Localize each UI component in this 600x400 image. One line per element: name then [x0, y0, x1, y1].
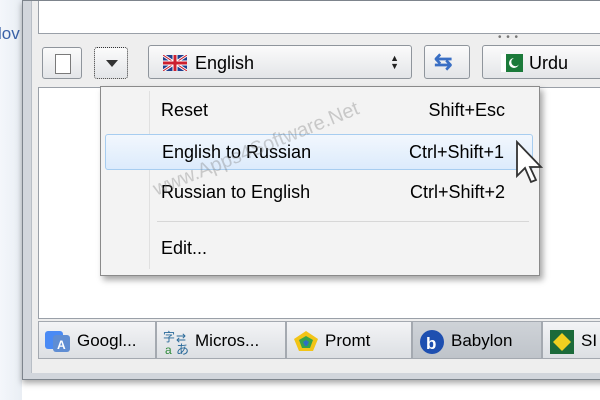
tab-babylon[interactable]: b Babylon [412, 321, 542, 359]
uk-flag-icon [163, 55, 187, 71]
menu-item-shortcut: Shift+Esc [428, 100, 505, 120]
menu-item-english-to-russian[interactable]: English to Russian Ctrl+Shift+1 [105, 134, 533, 170]
swap-languages-button[interactable]: ⇆ [424, 45, 470, 79]
background-window-text: lov [0, 24, 20, 43]
direction-menu-button[interactable] [94, 47, 128, 79]
svg-text:あ: あ [176, 342, 189, 355]
menu-separator [157, 221, 529, 222]
tab-si-label: SI [581, 331, 598, 350]
promt-icon [294, 331, 318, 351]
svg-text:b: b [426, 334, 436, 353]
menu-item-label: Reset [161, 100, 209, 120]
source-text-area[interactable] [38, 1, 600, 34]
background-window-strip: lov [0, 0, 22, 400]
menu-item-label: English to Russian [162, 142, 312, 162]
menu-item-russian-to-english[interactable]: Russian to English Ctrl+Shift+2 [105, 175, 533, 211]
si-icon [550, 330, 574, 354]
menu-item-label: Russian to English [161, 182, 311, 202]
source-language-select[interactable]: English ▲ ▼ [148, 45, 412, 79]
babylon-icon: b [420, 330, 444, 354]
engine-tab-bar: A Googl... 字 ⇄ a あ Micros... Promt b Bab… [38, 321, 600, 361]
menu-item-edit[interactable]: Edit... [105, 231, 533, 267]
translator-toolbar: English ▲ ▼ ⇆ Urdu [32, 39, 600, 87]
microsoft-translator-icon: 字 ⇄ a あ [163, 329, 189, 355]
mouse-cursor-icon [516, 140, 544, 184]
source-language-label: English [195, 53, 255, 73]
updown-arrows-icon: ▲ ▼ [390, 53, 399, 71]
pakistan-flag-icon [501, 54, 523, 72]
tab-microsoft-label: Micros... [195, 331, 260, 350]
svg-text:a: a [165, 343, 172, 355]
document-icon [55, 54, 71, 74]
direction-dropdown-menu: Reset Shift+Esc English to Russian Ctrl+… [100, 86, 540, 276]
tab-promt[interactable]: Promt [286, 321, 412, 359]
svg-text:A: A [57, 338, 66, 352]
new-document-button[interactable] [42, 47, 82, 79]
menu-item-shortcut: Ctrl+Shift+1 [408, 142, 504, 162]
google-translate-icon: A [45, 331, 70, 352]
svg-text:字: 字 [163, 329, 175, 344]
menu-item-reset[interactable]: Reset Shift+Esc [105, 93, 533, 129]
tab-promt-label: Promt [325, 331, 371, 350]
tab-google[interactable]: A Googl... [38, 321, 156, 359]
swap-arrows-icon: ⇆ [434, 49, 453, 74]
tab-google-label: Googl... [77, 331, 137, 350]
tab-microsoft[interactable]: 字 ⇄ a あ Micros... [156, 321, 286, 359]
tab-si[interactable]: SI [542, 321, 600, 359]
tab-babylon-label: Babylon [451, 331, 513, 350]
target-language-label: Urdu [529, 53, 569, 73]
chevron-down-icon [106, 60, 118, 67]
menu-item-label: Edit... [161, 238, 208, 258]
target-language-select[interactable]: Urdu [482, 45, 600, 79]
menu-item-shortcut: Ctrl+Shift+2 [409, 182, 505, 202]
